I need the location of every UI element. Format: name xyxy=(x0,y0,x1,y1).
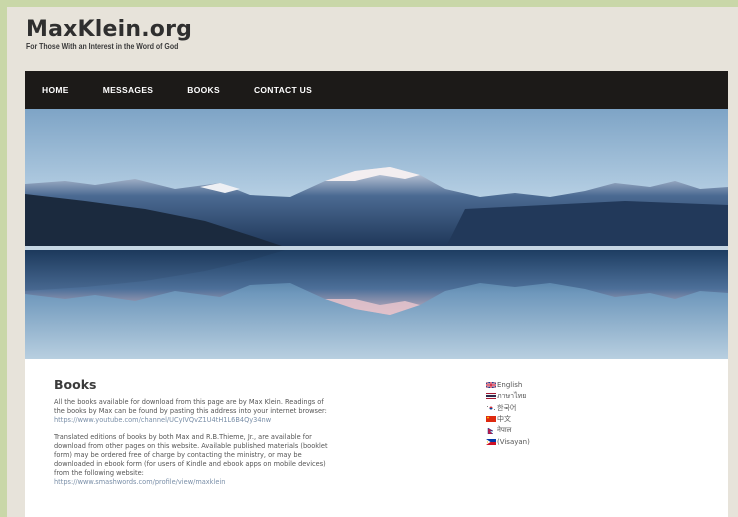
translated-paragraph: Translated editions of books by both Max… xyxy=(54,433,454,487)
language-label: ภาษาไทย xyxy=(497,391,527,400)
intro-line: All the books available for download fro… xyxy=(54,398,324,406)
intro-paragraph: All the books available for download fro… xyxy=(54,398,454,425)
nav-home[interactable]: HOME xyxy=(42,85,69,95)
translated-line: from the following website: xyxy=(54,469,144,477)
language-list: English ภาษาไทย 한국어 中文 नेपाल (Visayan) xyxy=(486,379,530,448)
china-flag-icon xyxy=(486,416,496,423)
page-frame: MaxKlein.org For Those With an Interest … xyxy=(7,7,738,517)
uk-flag-icon xyxy=(486,381,496,388)
page-title: Books xyxy=(54,377,97,392)
language-visayan[interactable]: (Visayan) xyxy=(486,437,530,449)
smashwords-link[interactable]: https://www.smashwords.com/profile/view/… xyxy=(54,478,454,487)
translated-line: download from other pages on this websit… xyxy=(54,442,328,450)
language-thai[interactable]: ภาษาไทย xyxy=(486,391,530,403)
language-korean[interactable]: 한국어 xyxy=(486,402,530,414)
language-nepali[interactable]: नेपाल xyxy=(486,425,530,437)
nav-messages[interactable]: MESSAGES xyxy=(103,85,154,95)
content-area: Books All the books available for downlo… xyxy=(25,359,728,517)
hero-image xyxy=(25,109,728,359)
site-tagline: For Those With an Interest in the Word o… xyxy=(26,41,179,51)
language-label: (Visayan) xyxy=(497,438,530,447)
site-title[interactable]: MaxKlein.org xyxy=(26,17,192,42)
translated-line: form) may be ordered free of charge by c… xyxy=(54,451,302,459)
translated-line: Translated editions of books by both Max… xyxy=(54,433,312,441)
language-label: 한국어 xyxy=(497,403,517,412)
mountain-lake-image xyxy=(25,109,728,359)
language-label: 中文 xyxy=(497,415,511,424)
philippines-flag-icon xyxy=(486,439,496,446)
language-label: English xyxy=(497,380,523,389)
language-chinese[interactable]: 中文 xyxy=(486,414,530,426)
language-english[interactable]: English xyxy=(486,379,530,391)
nav-contact-us[interactable]: CONTACT US xyxy=(254,85,312,95)
translated-line: downloaded in ebook form (for users of K… xyxy=(54,460,326,468)
intro-line: the books by Max can be found by pasting… xyxy=(54,407,327,415)
language-label: नेपाल xyxy=(497,426,512,435)
nav-books[interactable]: BOOKS xyxy=(187,85,220,95)
main-column: Books All the books available for downlo… xyxy=(54,377,454,495)
main-nav: HOME MESSAGES BOOKS CONTACT US xyxy=(25,71,728,109)
thai-flag-icon xyxy=(486,393,496,400)
korean-flag-icon xyxy=(486,404,496,411)
nepal-flag-icon xyxy=(487,427,494,434)
youtube-link[interactable]: https://www.youtube.com/channel/UCyIVQvZ… xyxy=(54,416,454,425)
